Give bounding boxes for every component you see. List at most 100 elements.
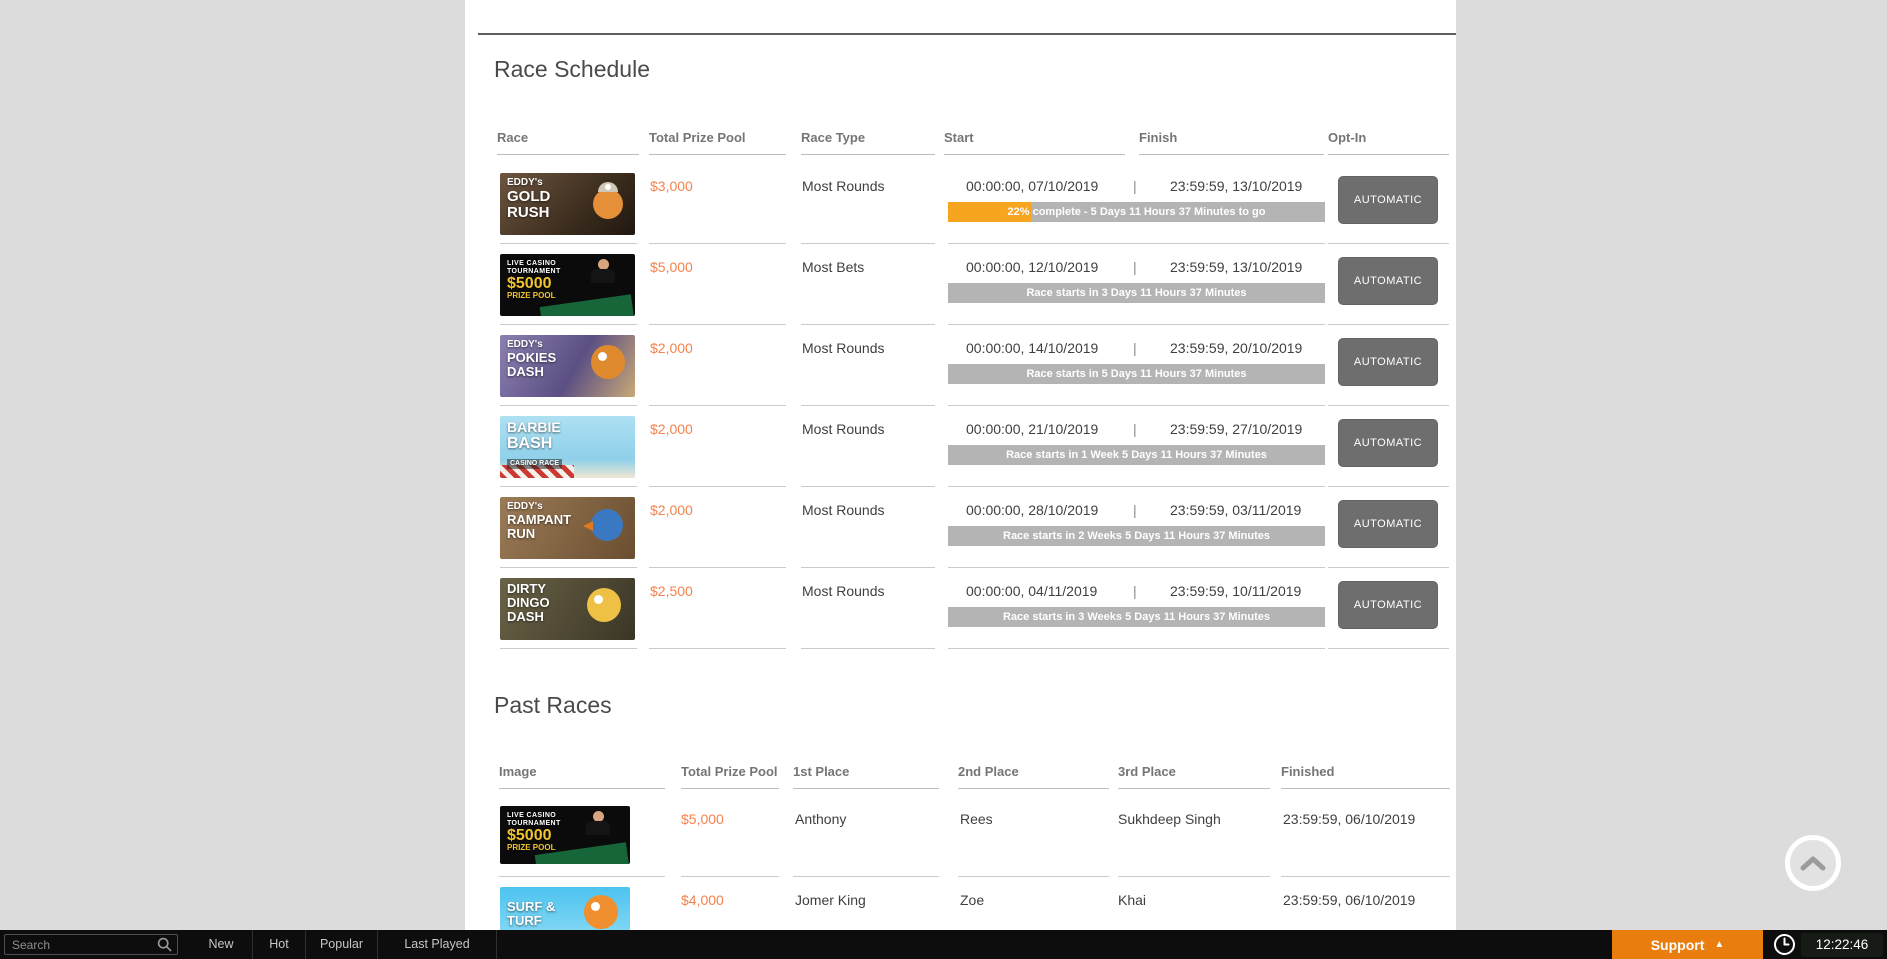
opt-in-automatic-button[interactable]: AUTOMATIC xyxy=(1338,500,1438,548)
datetime-separator: | xyxy=(1133,421,1137,437)
race-image-text: POKIES xyxy=(507,351,635,365)
column-header-1st-place: 1st Place xyxy=(793,764,939,789)
row-divider xyxy=(801,405,935,406)
race-image-text: LIVE CASINO xyxy=(507,254,635,268)
row-divider xyxy=(1328,405,1449,406)
race-progress-bar: Race starts in 2 Weeks 5 Days 11 Hours 3… xyxy=(948,526,1325,546)
column-header-prize: Total Prize Pool xyxy=(681,764,779,789)
row-divider xyxy=(649,486,786,487)
row-divider xyxy=(1281,876,1450,877)
search-box xyxy=(4,934,178,955)
start-datetime: 00:00:00, 21/10/2019 xyxy=(966,421,1098,437)
past-races-title: Past Races xyxy=(494,692,612,719)
race-schedule-title: Race Schedule xyxy=(494,56,650,83)
race-image-text: EDDY's xyxy=(507,335,635,351)
finish-datetime: 23:59:59, 10/11/2019 xyxy=(1170,583,1301,599)
row-divider xyxy=(500,567,637,568)
row-divider xyxy=(1328,324,1449,325)
race-image-gold-rush: EDDY's GOLD RUSH xyxy=(500,173,635,235)
clock-icon xyxy=(1772,932,1797,957)
race-image-text: $5000 xyxy=(507,827,630,844)
tab-hot[interactable]: Hot xyxy=(253,930,306,959)
race-image-text: GOLD xyxy=(507,189,635,205)
table-row: LIVE CASINO TOURNAMENT $5000 PRIZE POOL … xyxy=(465,798,1456,879)
race-image-text: BARBIE xyxy=(507,416,635,435)
race-image-text: SURF & xyxy=(507,887,630,914)
opt-in-automatic-button[interactable]: AUTOMATIC xyxy=(1338,176,1438,224)
prize-pool-value: $2,500 xyxy=(650,583,693,599)
opt-in-automatic-button[interactable]: AUTOMATIC xyxy=(1338,257,1438,305)
row-divider xyxy=(649,324,786,325)
race-type-value: Most Bets xyxy=(802,259,864,275)
second-place-winner: Zoe xyxy=(960,892,984,908)
prize-pool-value: $5,000 xyxy=(681,811,724,827)
datetime-separator: | xyxy=(1133,259,1137,275)
opt-in-automatic-button[interactable]: AUTOMATIC xyxy=(1338,581,1438,629)
table-row: EDDY's RAMPANT RUN $2,000 Most Rounds 00… xyxy=(465,489,1456,570)
row-divider xyxy=(1328,567,1449,568)
race-progress-bar: Race starts in 5 Days 11 Hours 37 Minute… xyxy=(948,364,1325,384)
race-image-barbie-bash: BARBIE BASH CASINO RACE xyxy=(500,416,635,478)
tab-new[interactable]: New xyxy=(190,930,253,959)
race-image-dingo-dash: DIRTY DINGO DASH xyxy=(500,578,635,640)
column-header-2nd-place: 2nd Place xyxy=(958,764,1109,789)
race-image-text: LIVE CASINO xyxy=(507,806,630,820)
start-datetime: 00:00:00, 14/10/2019 xyxy=(966,340,1098,356)
opt-in-automatic-button[interactable]: AUTOMATIC xyxy=(1338,338,1438,386)
start-datetime: 00:00:00, 07/10/2019 xyxy=(966,178,1098,194)
prize-pool-value: $5,000 xyxy=(650,259,693,275)
search-icon xyxy=(157,937,172,952)
race-image-text: RUSH xyxy=(507,205,635,221)
finish-datetime: 23:59:59, 20/10/2019 xyxy=(1170,340,1302,356)
row-divider xyxy=(500,405,637,406)
support-button[interactable]: Support ▲ xyxy=(1612,930,1763,959)
table-row: EDDY's POKIES DASH $2,000 Most Rounds 00… xyxy=(465,327,1456,408)
column-header-image: Image xyxy=(499,764,665,789)
support-arrow-icon: ▲ xyxy=(1714,939,1724,950)
scroll-top-chevron-icon xyxy=(1800,855,1826,871)
row-divider xyxy=(948,243,1325,244)
section-divider xyxy=(478,33,1456,35)
second-place-winner: Rees xyxy=(960,811,993,827)
prize-pool-value: $3,000 xyxy=(650,178,693,194)
third-place-winner: Sukhdeep Singh xyxy=(1118,811,1221,827)
row-divider xyxy=(649,567,786,568)
table-row: EDDY's GOLD RUSH $3,000 Most Rounds 00:0… xyxy=(465,165,1456,246)
scroll-to-top-button[interactable] xyxy=(1785,835,1841,891)
row-divider xyxy=(500,486,637,487)
third-place-winner: Khai xyxy=(1118,892,1146,908)
tab-last-played[interactable]: Last Played xyxy=(378,930,497,959)
row-divider xyxy=(681,876,779,877)
row-divider xyxy=(958,876,1109,877)
finished-datetime: 23:59:59, 06/10/2019 xyxy=(1283,811,1415,827)
race-type-value: Most Rounds xyxy=(802,502,884,518)
race-image-live-casino: LIVE CASINO TOURNAMENT $5000 PRIZE POOL xyxy=(500,254,635,316)
table-row: DIRTY DINGO DASH $2,500 Most Rounds 00:0… xyxy=(465,570,1456,651)
race-type-value: Most Rounds xyxy=(802,421,884,437)
progress-label: 22% complete - 5 Days 11 Hours 37 Minute… xyxy=(948,202,1325,222)
row-divider xyxy=(948,567,1325,568)
column-header-finish: Finish xyxy=(1139,130,1324,155)
row-divider xyxy=(948,405,1325,406)
race-progress-bar: Race starts in 3 Weeks 5 Days 11 Hours 3… xyxy=(948,607,1325,627)
tab-popular[interactable]: Popular xyxy=(306,930,378,959)
race-progress-bar: Race starts in 3 Days 11 Hours 37 Minute… xyxy=(948,283,1325,303)
progress-label: Race starts in 3 Weeks 5 Days 11 Hours 3… xyxy=(948,607,1325,627)
opt-in-automatic-button[interactable]: AUTOMATIC xyxy=(1338,419,1438,467)
race-image-text: DASH xyxy=(507,365,635,379)
race-type-value: Most Rounds xyxy=(802,583,884,599)
row-divider xyxy=(801,486,935,487)
search-input[interactable] xyxy=(4,934,178,955)
race-image-text: RAMPANT xyxy=(507,513,635,527)
start-datetime: 00:00:00, 12/10/2019 xyxy=(966,259,1098,275)
datetime-separator: | xyxy=(1133,583,1137,599)
table-row: BARBIE BASH CASINO RACE $2,000 Most Roun… xyxy=(465,408,1456,489)
race-image-text: DIRTY xyxy=(507,578,635,596)
finish-datetime: 23:59:59, 27/10/2019 xyxy=(1170,421,1302,437)
race-image-text: TOURNAMENT xyxy=(507,820,630,828)
race-image-text: CASINO RACE xyxy=(507,459,562,469)
row-divider xyxy=(948,648,1325,649)
race-image-pokies-dash: EDDY's POKIES DASH xyxy=(500,335,635,397)
finish-datetime: 23:59:59, 13/10/2019 xyxy=(1170,259,1302,275)
finished-datetime: 23:59:59, 06/10/2019 xyxy=(1283,892,1415,908)
